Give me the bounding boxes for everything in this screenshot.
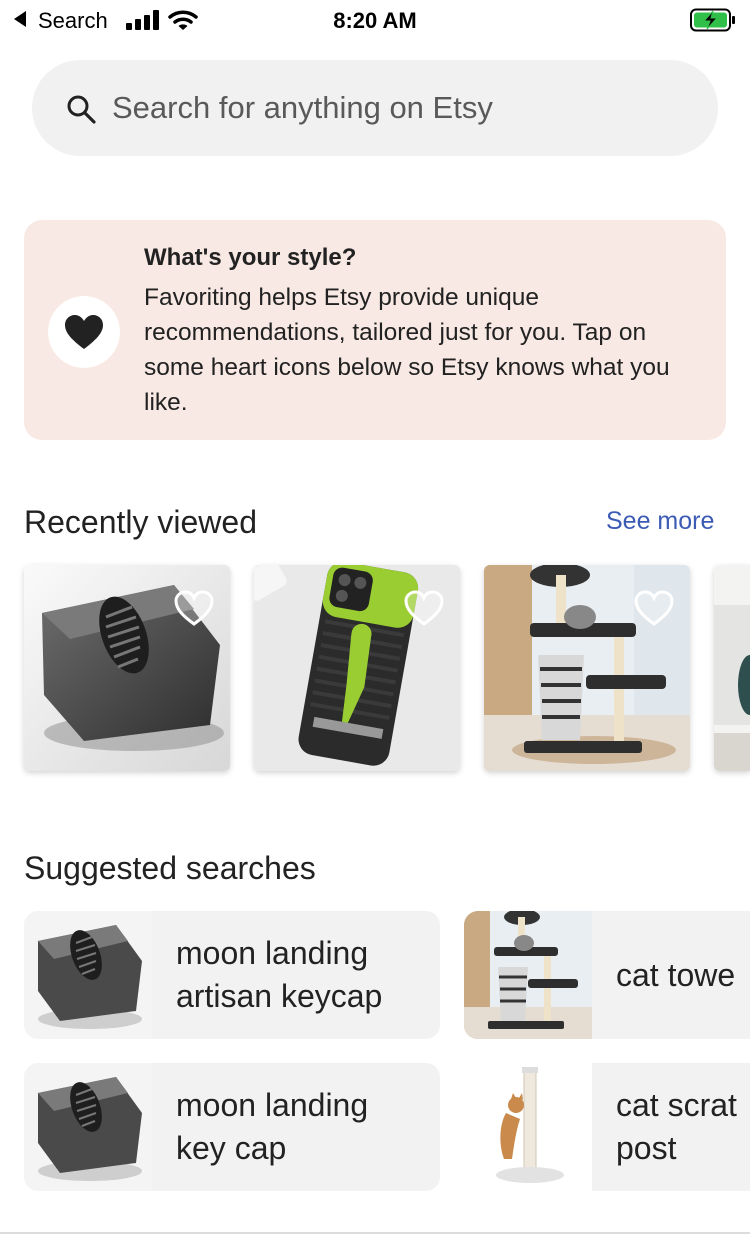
suggested-search-item[interactable]: cat scrat post: [464, 1063, 750, 1191]
suggestion-thumbnail: [24, 911, 152, 1039]
suggestion-label: moon landing artisan keycap: [176, 935, 383, 1014]
see-more-link[interactable]: See more: [606, 507, 714, 536]
style-prompt-card: What's your style? Favoriting helps Etsy…: [24, 220, 726, 440]
suggestion-thumbnail: [464, 1063, 592, 1191]
partial-item-image: [714, 565, 750, 771]
search-icon: [67, 95, 96, 124]
style-prompt-title: What's your style?: [144, 244, 357, 271]
suggested-search-item[interactable]: cat towe: [464, 911, 750, 1039]
recently-viewed-item[interactable]: [24, 565, 230, 771]
suggestion-label: cat towe: [616, 956, 736, 993]
favorite-heart-icon[interactable]: [174, 589, 214, 629]
heart-filled-icon: [65, 315, 103, 349]
clock: 8:20 AM: [333, 8, 417, 33]
favorite-heart-icon[interactable]: [634, 589, 674, 629]
recently-viewed-item[interactable]: [484, 565, 690, 771]
suggested-searches-title: Suggested searches: [24, 850, 316, 886]
suggestion-thumbnail: [24, 1063, 152, 1191]
heart-badge: [48, 296, 120, 368]
recently-viewed-item[interactable]: [254, 565, 460, 771]
suggested-search-item[interactable]: moon landing artisan keycap: [24, 911, 440, 1039]
search-input[interactable]: [112, 60, 672, 156]
status-bar: Search 8:20 AM: [0, 0, 750, 42]
battery-charging-icon: [690, 8, 735, 32]
suggestion-label: moon landing key cap: [176, 1087, 369, 1166]
suggestion-thumbnail: [464, 911, 592, 1039]
favorite-heart-icon[interactable]: [404, 589, 444, 629]
style-prompt-body: Favoriting helps Etsy provide unique rec…: [144, 284, 670, 416]
recently-viewed-title: Recently viewed: [24, 504, 257, 540]
search-bar[interactable]: [32, 60, 718, 156]
suggestion-label: cat scrat post: [616, 1087, 737, 1166]
recently-viewed-item[interactable]: [714, 565, 750, 771]
suggested-search-item[interactable]: moon landing key cap: [24, 1063, 440, 1191]
